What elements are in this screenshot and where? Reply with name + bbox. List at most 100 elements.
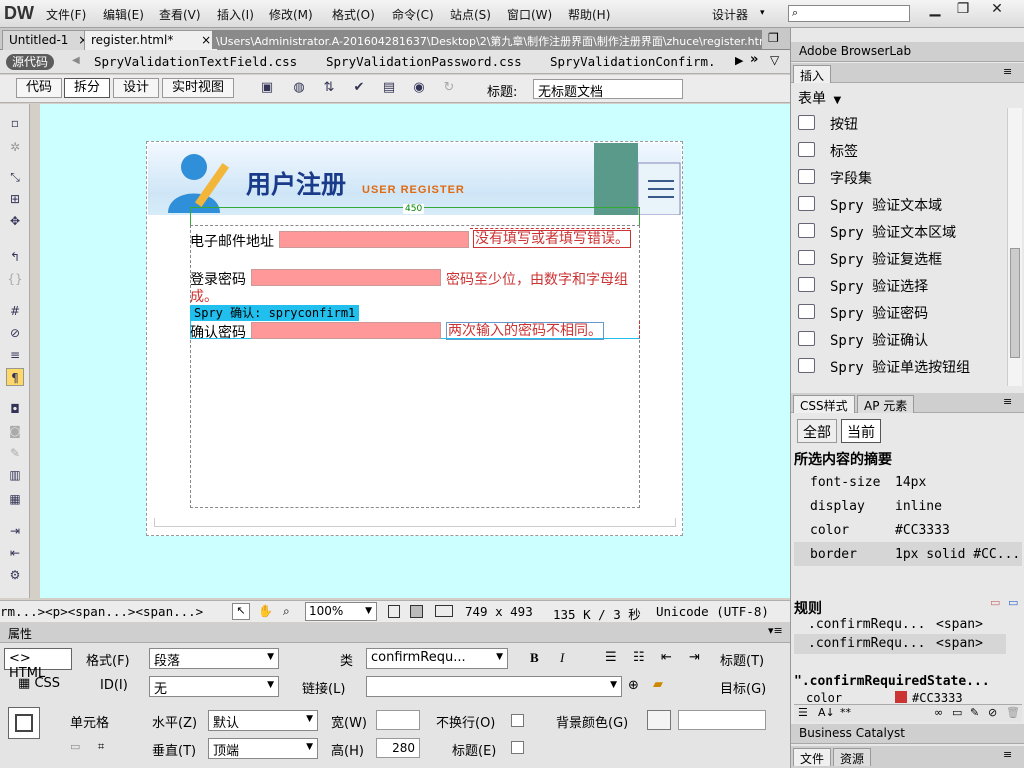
vert-select[interactable]: 顶端 xyxy=(208,738,318,759)
color-swatch[interactable] xyxy=(895,691,907,703)
password-input[interactable] xyxy=(251,269,441,286)
ordered-list-icon[interactable]: ☷ xyxy=(633,650,645,665)
link-input[interactable] xyxy=(366,676,622,697)
browser-preview-icon[interactable]: ◍ xyxy=(290,80,308,98)
menu-window[interactable]: 窗口(W) xyxy=(507,6,552,23)
split-view-button[interactable]: 拆分 xyxy=(64,78,111,98)
filter-icon[interactable]: ▽ xyxy=(770,53,779,67)
bgcolor-swatch[interactable] xyxy=(647,710,671,730)
tab-insert[interactable]: 插入 xyxy=(793,65,832,83)
tablet-size-icon[interactable] xyxy=(410,605,423,618)
close-icon[interactable]: × xyxy=(201,33,211,47)
desktop-size-icon[interactable] xyxy=(435,605,453,617)
expand-icon[interactable]: ⤡ xyxy=(6,168,24,186)
menu-edit[interactable]: 编辑(E) xyxy=(103,6,144,23)
html-mode-button[interactable]: <> HTML xyxy=(4,648,72,681)
tab-untitled-1[interactable]: Untitled-1 × xyxy=(2,30,96,50)
menu-modify[interactable]: 修改(M) xyxy=(269,6,313,23)
category-view-icon[interactable]: ☰ xyxy=(798,706,808,719)
tab-register-html[interactable]: register.html* × xyxy=(84,30,219,50)
alpha-view-icon[interactable]: A↓ xyxy=(818,706,835,719)
refresh-icon[interactable]: ↻ xyxy=(440,80,458,98)
move-css-icon[interactable]: ▦ xyxy=(6,490,24,508)
menu-view[interactable]: 查看(V) xyxy=(159,6,201,23)
word-wrap-icon[interactable]: ≡ xyxy=(6,346,24,364)
tab-files[interactable]: 文件 xyxy=(793,748,832,766)
line-numbers-icon[interactable]: # xyxy=(6,302,24,320)
insert-item[interactable]: 标签 xyxy=(830,141,858,161)
menu-site[interactable]: 站点(S) xyxy=(450,6,491,23)
tab-ap-elements[interactable]: AP 元素 xyxy=(857,395,915,413)
window-size[interactable]: 749 x 493 xyxy=(465,604,533,619)
recent-snippets-icon[interactable]: ▥ xyxy=(6,466,24,484)
menu-commands[interactable]: 命令(C) xyxy=(392,6,434,23)
settings-icon[interactable]: ✲ xyxy=(6,138,24,156)
source-code-button[interactable]: 源代码 xyxy=(6,54,55,70)
business-catalyst-panel[interactable]: Business Catalyst xyxy=(791,724,1024,744)
tab-assets[interactable]: 资源 xyxy=(833,748,872,766)
workspace-switcher[interactable]: 设计器 xyxy=(712,6,748,23)
insert-item[interactable]: Spry 验证确认 xyxy=(830,330,928,350)
format-select[interactable]: 段落 xyxy=(149,648,279,669)
balance-braces-icon[interactable]: ↰ xyxy=(6,248,24,266)
split-cell-icon[interactable]: ⌗ xyxy=(98,740,104,754)
disable-icon[interactable]: ⊘ xyxy=(988,706,997,719)
more-files-icon[interactable]: » xyxy=(750,52,758,67)
insert-item[interactable]: 字段集 xyxy=(830,168,872,188)
class-select[interactable]: confirmRequ... xyxy=(366,648,508,669)
new-rule-icon[interactable]: ▭ xyxy=(952,706,962,719)
visual-aids-icon[interactable]: ▤ xyxy=(380,80,398,98)
collapse-icon[interactable]: ⊞ xyxy=(6,190,24,208)
indent-icon[interactable]: ⇥ xyxy=(6,522,24,540)
open-documents-icon[interactable]: ▫ xyxy=(6,114,24,132)
rule-selector[interactable]: .confirmRequ... xyxy=(808,636,925,651)
attach-style-icon[interactable]: ∞ xyxy=(934,706,943,719)
inspect-icon[interactable]: ◉ xyxy=(410,80,428,98)
related-file-textfield-css[interactable]: SpryValidationTextField.css xyxy=(94,54,297,69)
edit-rule-icon[interactable]: ✎ xyxy=(970,706,979,719)
unordered-list-icon[interactable]: ☰ xyxy=(605,650,617,665)
indent-text-icon[interactable]: ⇥ xyxy=(689,650,700,665)
show-info-icon[interactable]: ▭ xyxy=(1008,596,1018,609)
insert-item[interactable]: Spry 验证复选框 xyxy=(830,249,942,269)
minimize-icon[interactable]: ▁ xyxy=(922,1,948,19)
related-file-confirm-css[interactable]: SpryValidationConfirm. xyxy=(550,54,716,69)
arrow-right-icon[interactable]: ▶ xyxy=(735,54,743,67)
italic-button[interactable]: I xyxy=(560,650,564,666)
email-input[interactable] xyxy=(279,231,469,248)
help-search-input[interactable]: ⌕ xyxy=(788,5,910,22)
panel-menu-icon[interactable]: ≡ xyxy=(1003,395,1012,408)
id-select[interactable]: 无 xyxy=(149,676,279,697)
show-cascade-icon[interactable]: ▭ xyxy=(990,596,1000,609)
set-props-icon[interactable]: ** xyxy=(840,706,851,719)
insert-item[interactable]: Spry 验证单选按钮组 xyxy=(830,357,970,377)
chevron-down-icon[interactable]: ▾ xyxy=(760,8,765,18)
width-input[interactable] xyxy=(376,710,420,730)
comment-icon[interactable]: ◘ xyxy=(6,400,24,418)
bold-button[interactable]: B xyxy=(530,650,539,666)
confirm-password-input[interactable] xyxy=(251,322,441,339)
live-view-button[interactable]: 实时视图 xyxy=(162,78,235,98)
current-mode-button[interactable]: 当前 xyxy=(841,419,881,443)
height-input[interactable]: 280 xyxy=(376,738,420,758)
restore-icon[interactable]: ❐ xyxy=(950,1,976,19)
design-view-button[interactable]: 设计 xyxy=(113,78,160,98)
browse-folder-icon[interactable]: ▰ xyxy=(653,677,663,692)
code-view-button[interactable]: 代码 xyxy=(16,78,63,98)
mobile-size-icon[interactable] xyxy=(388,605,400,618)
tab-css-styles[interactable]: CSS样式 xyxy=(793,395,855,413)
braces-icon[interactable]: {} xyxy=(6,270,24,288)
hand-tool-icon[interactable]: ✋ xyxy=(258,604,273,618)
menu-file[interactable]: 文件(F) xyxy=(46,6,86,23)
close-icon[interactable]: ✕ xyxy=(984,1,1010,19)
merge-cells-icon[interactable]: ▭ xyxy=(70,740,80,753)
multiscreen-icon[interactable]: ▣ xyxy=(258,80,276,98)
nowrap-checkbox[interactable] xyxy=(511,714,524,727)
zoom-select[interactable]: 100% xyxy=(305,602,377,621)
select-parent-icon[interactable]: ✥ xyxy=(6,212,24,230)
panel-menu-icon[interactable]: ≡ xyxy=(1003,748,1012,761)
insert-item[interactable]: 按钮 xyxy=(830,114,858,134)
syntax-coloring-icon[interactable]: ¶ xyxy=(6,368,24,386)
document-title-input[interactable]: 无标题文档 xyxy=(533,79,683,100)
point-to-file-icon[interactable]: ⊕ xyxy=(628,678,639,693)
